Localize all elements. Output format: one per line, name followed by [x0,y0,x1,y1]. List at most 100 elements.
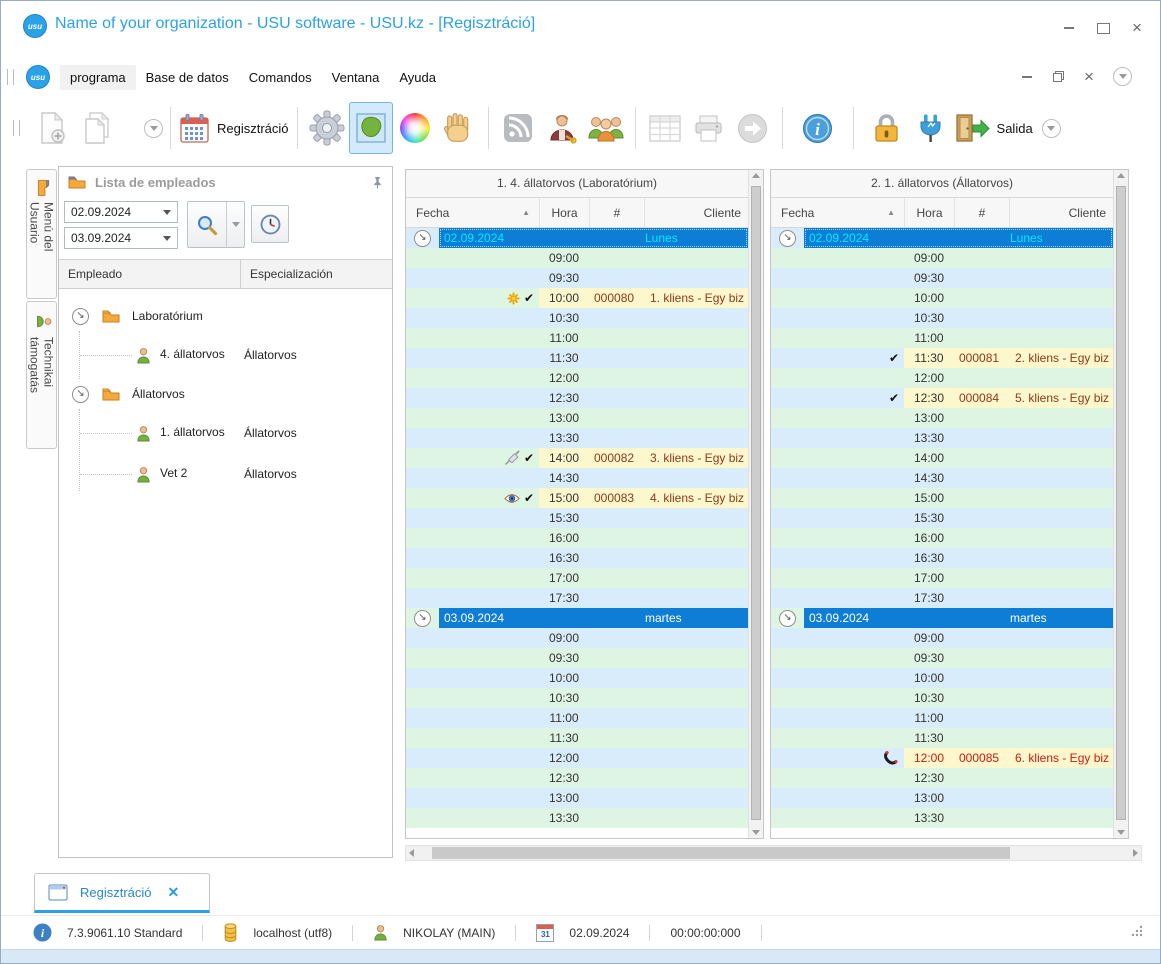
schedule-time-row[interactable]: 09:00 [406,248,748,268]
schedule-time-row[interactable]: 12:30 [406,388,748,408]
schedule-time-row[interactable]: 13:00 [771,788,1113,808]
hora-cell[interactable]: 16:00 [904,528,954,548]
schedule-time-row[interactable]: 15:30 [771,508,1113,528]
minimize-button[interactable] [1062,21,1076,35]
schedule-time-row[interactable]: 11:00 [406,708,748,728]
tree-folder-row[interactable]: ↘ Laboratórium [59,301,392,331]
horizontal-scrollbar[interactable] [405,845,1142,861]
table-button[interactable] [643,102,687,154]
hora-cell[interactable]: 12:00 [904,368,954,388]
schedule-time-row[interactable]: 12:00 [406,368,748,388]
schedule-time-row[interactable]: 10:30 [771,688,1113,708]
schedule-group-row[interactable]: ↘ 03.09.2024 martes [771,608,1113,628]
hora-cell[interactable]: 10:30 [539,688,589,708]
hora-cell[interactable]: 15:00 [539,488,589,508]
hora-cell[interactable]: 12:00 [539,748,589,768]
schedule-time-row[interactable]: 09:00 [771,248,1113,268]
appointment-row[interactable]: ✔ 15:00 000083 4. kliens - Egy biz [406,488,748,508]
appointment-row[interactable]: ✔ 12:30 000084 5. kliens - Egy biz [771,388,1113,408]
group-bar[interactable]: 02.09.2024 Lunes [804,228,1113,248]
column-header-cliente[interactable]: Cliente [644,198,748,227]
collapse-icon[interactable]: ↘ [72,307,89,325]
hora-cell[interactable]: 10:00 [539,668,589,688]
clock-button[interactable] [251,205,289,243]
menu-overflow-button[interactable] [1113,67,1132,86]
hora-cell[interactable]: 14:00 [904,448,954,468]
registration-button[interactable]: Regisztráció [178,102,290,154]
hora-cell[interactable]: 10:00 [904,668,954,688]
menu-item-base-de-datos[interactable]: Base de datos [136,65,239,90]
column-header-num[interactable]: # [954,198,1009,227]
menu-item-programa[interactable]: programa [60,64,136,90]
schedule-time-row[interactable]: 12:30 [406,768,748,788]
hora-cell[interactable]: 11:30 [904,348,954,368]
exit-button[interactable]: Salida [953,102,1034,154]
tree-folder-row[interactable]: ↘ Állatorvos [59,379,392,409]
mdi-close-button[interactable]: × [1082,68,1096,85]
hora-cell[interactable]: 17:00 [539,568,589,588]
appointment-row[interactable]: ✔ 10:00 000080 1. kliens - Egy biz [406,288,748,308]
schedule-time-row[interactable]: 17:00 [771,568,1113,588]
scroll-down-button[interactable] [749,830,763,835]
schedule-time-row[interactable]: 10:30 [406,688,748,708]
hora-cell[interactable]: 12:30 [539,388,589,408]
vertical-scrollbar[interactable] [1113,170,1128,838]
schedule-time-row[interactable]: 17:30 [406,588,748,608]
hora-cell[interactable]: 09:30 [539,268,589,288]
toolbar-grip[interactable] [13,120,20,136]
group-bar[interactable]: 02.09.2024 Lunes [439,228,748,248]
search-button[interactable] [187,201,245,248]
hora-cell[interactable]: 14:30 [904,468,954,488]
scroll-down-button[interactable] [1114,830,1128,835]
plug-button[interactable] [909,102,953,154]
hora-cell[interactable]: 15:00 [904,488,954,508]
schedule-time-row[interactable]: 11:30 [406,728,748,748]
schedule-time-row[interactable]: 12:00 [771,368,1113,388]
hora-cell[interactable]: 17:00 [904,568,954,588]
hora-cell[interactable]: 13:00 [904,408,954,428]
hora-cell[interactable]: 13:00 [904,788,954,808]
hora-cell[interactable]: 11:00 [904,328,954,348]
toolbar-overflow-left-button[interactable] [144,118,163,138]
hora-cell[interactable]: 17:30 [539,588,589,608]
scroll-thumb[interactable] [751,186,761,820]
column-header-fecha[interactable]: Fecha ▲ [406,198,539,227]
schedule-time-row[interactable]: 11:00 [406,328,748,348]
hora-cell[interactable]: 09:00 [904,628,954,648]
schedule-time-row[interactable]: 14:00 [771,448,1113,468]
copy-document-button[interactable] [74,102,118,154]
group-bar[interactable]: 03.09.2024 martes [804,608,1113,628]
schedule-time-row[interactable]: 15:30 [406,508,748,528]
vertical-scrollbar[interactable] [748,170,763,838]
sidebar-tab-technikai-tamogatas[interactable]: Technikai támogatás [26,301,57,449]
date-to-select[interactable]: 03.09.2024 [64,227,178,249]
settings-button[interactable] [305,102,349,154]
appointment-row[interactable]: ✔ 11:30 000081 2. kliens - Egy biz [771,348,1113,368]
tree-person-row[interactable]: 1. állatorvos Állatorvos [80,409,392,457]
hora-cell[interactable]: 10:00 [539,288,589,308]
scroll-thumb[interactable] [432,847,1010,859]
schedule-time-row[interactable]: 09:00 [771,628,1113,648]
schedule-time-row[interactable]: 12:30 [771,768,1113,788]
toolbar-overflow-right-button[interactable] [1041,118,1061,138]
hora-cell[interactable]: 13:00 [539,788,589,808]
scroll-thumb[interactable] [1116,186,1126,820]
mdi-minimize-button[interactable] [1020,70,1034,84]
hora-cell[interactable]: 13:00 [539,408,589,428]
hora-cell[interactable]: 11:30 [904,728,954,748]
hora-cell[interactable]: 11:00 [904,708,954,728]
appointment-row[interactable]: 12:00 000085 6. kliens - Egy biz [771,748,1113,768]
hora-cell[interactable]: 13:30 [539,428,589,448]
hora-cell[interactable]: 17:30 [904,588,954,608]
schedule-time-row[interactable]: 13:30 [771,808,1113,828]
resize-grip[interactable] [1129,924,1144,942]
tree-person-row[interactable]: Vet 2 Állatorvos [80,457,392,491]
schedule-time-row[interactable]: 13:00 [771,408,1113,428]
date-from-select[interactable]: 02.09.2024 [64,201,178,223]
group-bar[interactable]: 03.09.2024 martes [439,608,748,628]
schedule-time-row[interactable]: 16:00 [406,528,748,548]
info-button[interactable]: i [796,102,840,154]
hora-cell[interactable]: 09:00 [539,248,589,268]
forward-button[interactable] [731,102,775,154]
hora-cell[interactable]: 14:00 [539,448,589,468]
